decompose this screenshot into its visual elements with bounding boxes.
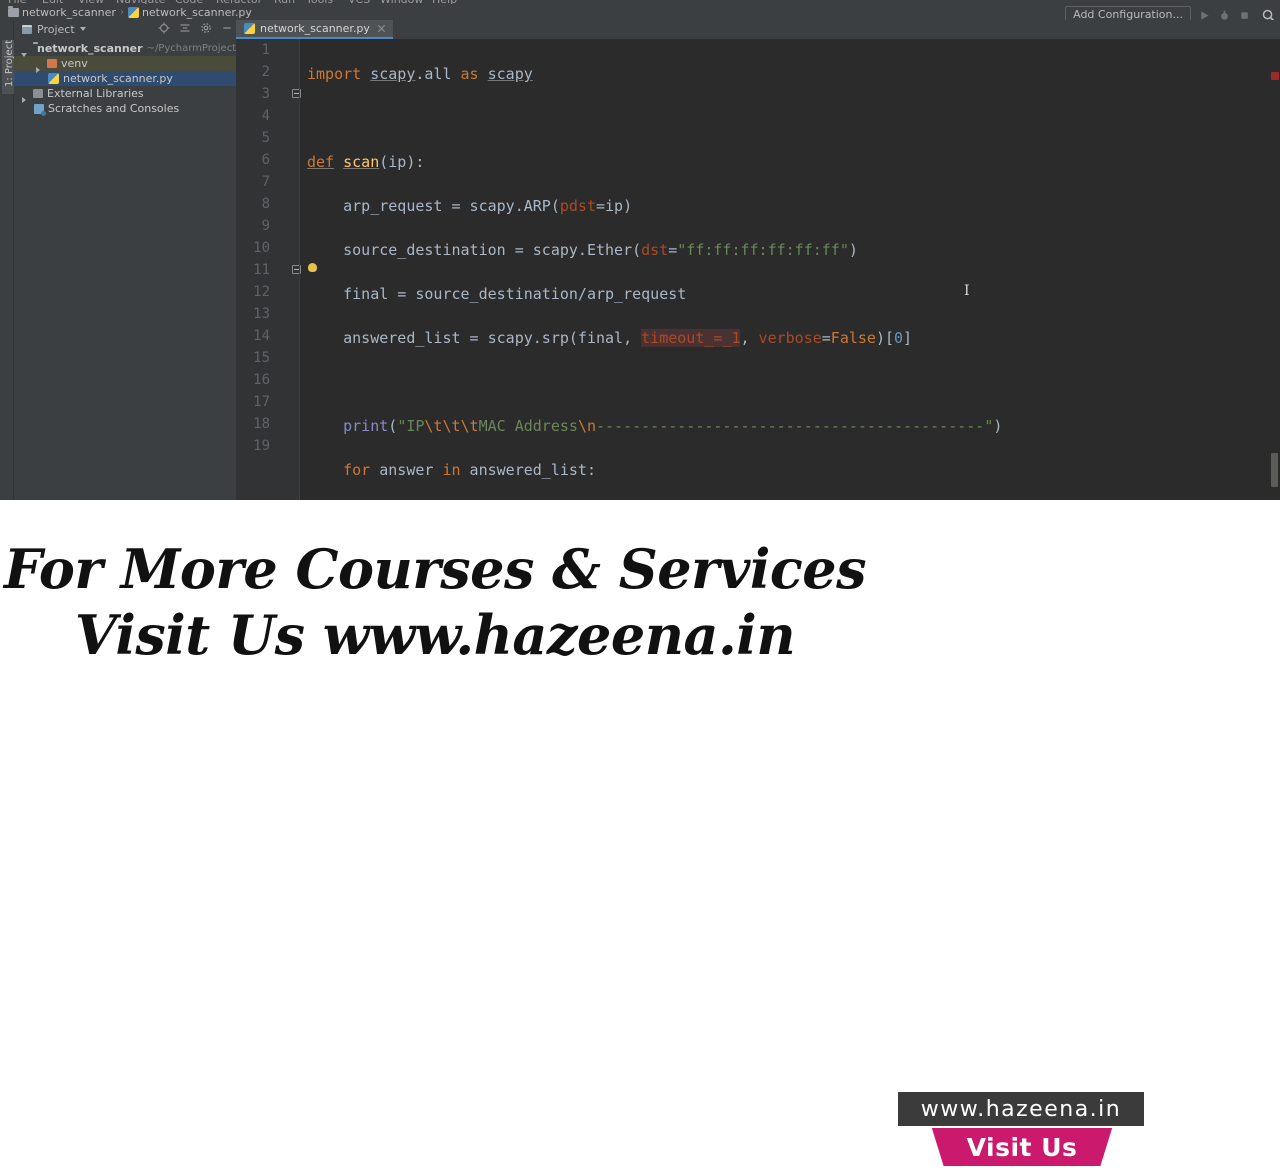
hazeena-logo: www.hazeena.in Visit Us bbox=[898, 1092, 1146, 1170]
breadcrumb-project-label: network_scanner bbox=[22, 5, 116, 19]
project-panel-title-bar: Project bbox=[14, 20, 236, 38]
pycharm-window: File Edit View Navigate Code Refactor Ru… bbox=[0, 0, 1280, 500]
code-line-1: import scapy.all as scapy bbox=[307, 65, 533, 83]
tree-item-label: External Libraries bbox=[47, 87, 144, 100]
breadcrumb-project[interactable]: network_scanner bbox=[8, 5, 116, 19]
tree-item-label: network_scanner bbox=[37, 42, 143, 55]
tree-item-label: Scratches and Consoles bbox=[48, 102, 180, 115]
logo-url-text: www.hazeena.in bbox=[920, 1096, 1122, 1122]
tab-label: network_scanner.py bbox=[260, 22, 370, 35]
code-line-9: print("IP\t\t\tMAC Address\n------------… bbox=[343, 417, 1003, 435]
project-panel-tools bbox=[158, 22, 233, 34]
collapse-all-icon[interactable] bbox=[179, 22, 191, 34]
line-number: 17 bbox=[253, 394, 270, 410]
code-text[interactable]: import scapy.all as scapy def scan(ip): … bbox=[300, 39, 1280, 500]
line-number: 6 bbox=[261, 152, 270, 168]
error-stripe-gutter[interactable] bbox=[1268, 58, 1280, 500]
project-panel-title: Project bbox=[37, 22, 75, 36]
close-icon[interactable] bbox=[377, 24, 386, 33]
code-editor[interactable]: 1 2 3 4 5 6 7 8 9 10 11 12 13 14 15 16 1… bbox=[236, 39, 1280, 500]
chevron-down-icon[interactable] bbox=[79, 27, 86, 31]
code-line-6: final = source_destination/arp_request bbox=[307, 285, 687, 303]
python-file-icon bbox=[48, 73, 59, 84]
code-line-5: source_destination = scapy.Ether(dst="ff… bbox=[307, 241, 858, 259]
line-number: 4 bbox=[261, 108, 270, 124]
line-number: 12 bbox=[253, 284, 270, 300]
promo-banner: For More Courses & Services Visit Us www… bbox=[0, 500, 1280, 1166]
logo-url-bar: www.hazeena.in bbox=[898, 1092, 1144, 1126]
breadcrumb: network_scanner › network_scanner.py Add… bbox=[0, 4, 1280, 24]
settings-gear-icon[interactable] bbox=[200, 22, 212, 34]
promo-line-1: For More Courses & Services bbox=[3, 537, 867, 601]
editor-tab-bar: network_scanner.py bbox=[236, 20, 1280, 39]
tree-item-label: venv bbox=[61, 57, 88, 70]
folder-icon bbox=[8, 5, 19, 17]
line-number: 10 bbox=[253, 240, 270, 256]
project-view-icon bbox=[22, 24, 32, 34]
left-tool-strip: 1: Project bbox=[0, 20, 16, 500]
tree-item-network-scanner[interactable]: network_scanner ~/PycharmProjects/netw bbox=[14, 41, 269, 57]
project-tool-window: Project network_scanner ~/PycharmProject… bbox=[14, 20, 269, 500]
code-line-4: arp_request = scapy.ARP(pdst=ip) bbox=[307, 197, 633, 215]
editor-scrollbar-thumb[interactable] bbox=[1271, 453, 1278, 487]
logo-cta-text: Visit Us bbox=[966, 1132, 1078, 1162]
line-number: 8 bbox=[261, 196, 270, 212]
scratches-icon bbox=[34, 103, 46, 116]
breadcrumb-file[interactable]: network_scanner.py bbox=[127, 5, 252, 19]
tree-item-venv[interactable]: venv bbox=[14, 56, 236, 73]
text-cursor: I bbox=[964, 283, 970, 299]
line-number: 16 bbox=[253, 372, 270, 388]
line-number: 7 bbox=[261, 174, 270, 190]
tree-item-external-libraries[interactable]: External Libraries bbox=[14, 86, 236, 103]
code-line-10: for answer in answered_list: bbox=[343, 461, 596, 479]
line-number: 18 bbox=[253, 416, 270, 432]
line-number: 1 bbox=[261, 42, 270, 58]
editor-area: network_scanner.py 1 2 3 4 5 6 7 8 9 10 … bbox=[236, 20, 1280, 500]
logo-visit-us-ribbon: Visit Us bbox=[931, 1128, 1113, 1166]
line-number: 15 bbox=[253, 350, 270, 366]
locate-icon[interactable] bbox=[158, 22, 170, 34]
project-tab-label: 1: Project bbox=[3, 39, 15, 87]
tree-item-network-scanner-py[interactable]: network_scanner.py bbox=[14, 71, 236, 86]
library-icon bbox=[33, 89, 43, 98]
line-number: 19 bbox=[253, 438, 270, 454]
line-number: 3 bbox=[261, 86, 270, 102]
line-number: 11 bbox=[253, 262, 270, 278]
project-tree: network_scanner ~/PycharmProjects/netw v… bbox=[14, 39, 269, 500]
code-line-7: answered_list = scapy.srp(final, timeout… bbox=[307, 329, 913, 347]
line-number: 5 bbox=[261, 130, 270, 146]
line-number: 14 bbox=[253, 328, 270, 344]
line-number: 9 bbox=[261, 218, 270, 234]
venv-folder-icon bbox=[47, 59, 57, 68]
code-line-3: def scan(ip): bbox=[307, 153, 425, 171]
promo-text: For More Courses & Services Visit Us www… bbox=[0, 536, 870, 668]
tree-item-scratches[interactable]: Scratches and Consoles bbox=[14, 101, 236, 116]
breadcrumb-separator: › bbox=[119, 6, 124, 18]
error-stripe-marker[interactable] bbox=[1271, 72, 1279, 80]
breadcrumb-file-label: network_scanner.py bbox=[141, 5, 252, 19]
python-file-icon bbox=[127, 6, 139, 18]
line-number: 13 bbox=[253, 306, 270, 322]
tree-item-label: network_scanner.py bbox=[63, 72, 173, 85]
promo-line-2: Visit Us www.hazeena.in bbox=[74, 603, 796, 667]
line-number: 2 bbox=[261, 64, 270, 80]
hide-icon[interactable] bbox=[221, 22, 233, 34]
line-number-gutter[interactable]: 1 2 3 4 5 6 7 8 9 10 11 12 13 14 15 16 1… bbox=[236, 39, 301, 500]
tab-network-scanner-py[interactable]: network_scanner.py bbox=[236, 20, 393, 39]
python-file-icon bbox=[244, 23, 255, 34]
